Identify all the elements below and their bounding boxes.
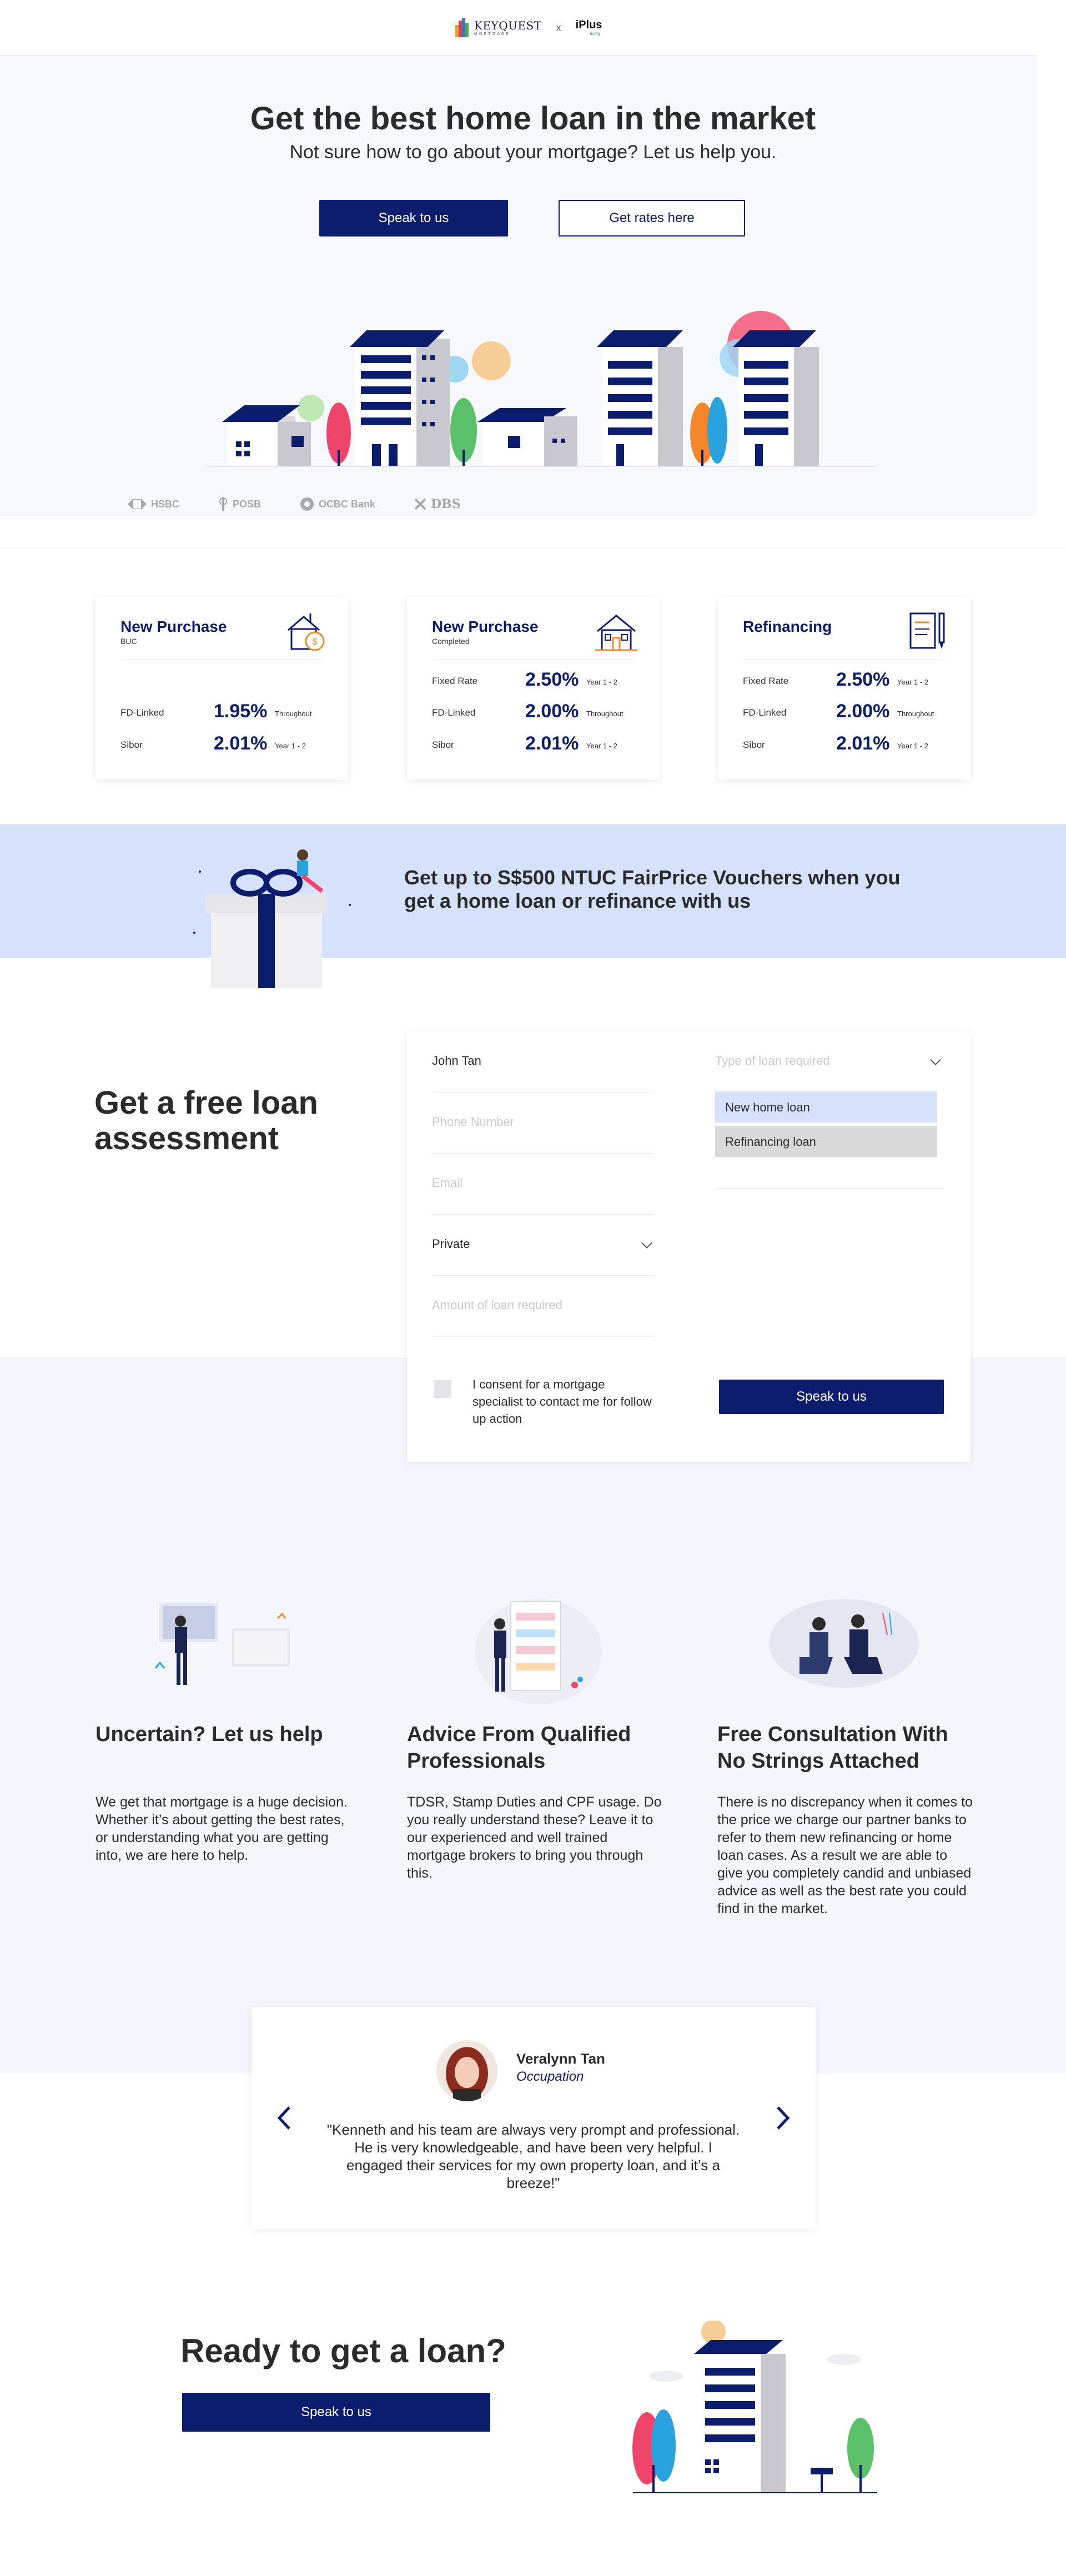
testimonial-card: Veralynn Tan Occupation "Kenneth and his…	[252, 2007, 816, 2229]
document-pen-icon	[909, 612, 945, 649]
phone-field[interactable]: Phone Number	[432, 1093, 654, 1154]
svg-text:$: $	[313, 637, 318, 647]
email-field[interactable]: Email	[432, 1154, 654, 1215]
voucher-promo-banner: Get up to S$500 NTUC FairPrice Vouchers …	[0, 824, 1066, 958]
iplus-wordmark: iPlus	[575, 19, 602, 31]
iplus-logo: iPlus living	[576, 19, 602, 36]
brand-logos[interactable]: KEYQUEST MORTGAGE x iPlus living	[455, 16, 602, 40]
rate-row: Sibor 2.01% Year 1 - 2	[432, 733, 617, 754]
feature-body: There is no discrepancy when it comes to…	[717, 1794, 973, 1916]
next-testimonial-button[interactable]	[771, 2104, 793, 2132]
field-divider	[715, 1188, 943, 1189]
property-type-select[interactable]: Private	[432, 1215, 654, 1276]
rate-row: Sibor 2.01% Year 1 - 2	[120, 733, 306, 754]
professional-advice-illustration	[475, 1599, 602, 1704]
rate-row: FD-Linked 1.95% Throughout	[120, 701, 312, 722]
partner-banks: HSBC POSB OCBC Bank DBS	[128, 497, 461, 511]
feature-body: TDSR, Stamp Duties and CPF usage. Do you…	[407, 1794, 662, 1881]
cta-title: Ready to get a loan?	[180, 2332, 506, 2369]
site-header: KEYQUEST MORTGAGE x iPlus living	[0, 0, 1037, 56]
hsbc-icon	[128, 499, 147, 509]
chevron-right-icon	[777, 2106, 790, 2130]
rate-card-new-purchase-completed[interactable]: New Purchase Completed Fixed Rate 2.50% …	[407, 597, 660, 780]
posb-icon	[219, 497, 228, 511]
loan-amount-field[interactable]: Amount of loan required	[432, 1276, 654, 1337]
hero-title: Get the best home loan in the market	[250, 100, 816, 137]
promo-text: Get up to S$500 NTUC FairPrice Vouchers …	[404, 866, 901, 912]
chevron-down-icon	[641, 1237, 652, 1249]
iplus-tagline: living	[590, 31, 600, 36]
testimonial-quote: "Kenneth and his team are always very pr…	[326, 2121, 740, 2191]
keyquest-wordmark: KEYQUEST	[474, 18, 542, 32]
hero-section: Get the best home loan in the market Not…	[0, 56, 1037, 516]
page: KEYQUEST MORTGAGE x iPlus living Get the…	[0, 0, 1066, 2576]
submit-speak-to-us-button[interactable]: Speak to us	[719, 1380, 944, 1414]
loan-type-option-new[interactable]: New home loan	[715, 1091, 937, 1123]
consent-checkbox[interactable]	[434, 1380, 451, 1398]
rate-row: Sibor 2.01% Year 1 - 2	[743, 733, 928, 754]
rate-row: Fixed Rate 2.50% Year 1 - 2	[743, 669, 928, 690]
rate-card-refinancing[interactable]: Refinancing Fixed Rate 2.50% Year 1 - 2 …	[718, 597, 971, 780]
keyquest-mark-icon	[455, 18, 470, 37]
testimonial-occupation: Occupation	[516, 2069, 584, 2084]
avatar	[436, 2040, 497, 2101]
chevron-down-icon	[930, 1054, 941, 1065]
testimonial-name: Veralynn Tan	[516, 2050, 605, 2067]
loan-type-option-refinancing[interactable]: Refinancing loan	[715, 1126, 937, 1157]
rate-card-title: New Purchase	[432, 618, 539, 635]
assessment-title: Get a free loan assessment	[94, 1085, 318, 1156]
bank-logo-dbs: DBS	[414, 497, 461, 511]
feature-title: Uncertain? Let us help	[95, 1723, 323, 1746]
rate-row: FD-Linked 2.00% Throughout	[743, 701, 934, 722]
house-coin-icon: $	[288, 613, 325, 651]
city-buildings-illustration	[205, 311, 877, 467]
rate-card-subtitle: BUC	[120, 637, 137, 646]
bank-logo-posb: POSB	[218, 497, 261, 511]
feature-body: We get that mortgage is a huge decision.…	[95, 1794, 348, 1863]
bank-logo-hsbc: HSBC	[128, 499, 179, 510]
rate-card-divider	[432, 659, 635, 660]
feature-title: Free Consultation With No Strings Attach…	[717, 1723, 948, 1773]
speak-to-us-button[interactable]: Speak to us	[319, 200, 508, 237]
rate-row: FD-Linked 2.00% Throughout	[432, 701, 623, 722]
rate-card-subtitle: Completed	[432, 637, 470, 646]
testimonial-avatar-icon	[436, 2040, 497, 2101]
rate-card-title: New Purchase	[120, 618, 227, 635]
rate-row: Fixed Rate 2.50% Year 1 - 2	[432, 669, 617, 690]
brand-separator: x	[556, 22, 561, 33]
house-icon	[595, 615, 637, 651]
consent-label: I consent for a mortgage specialist to c…	[472, 1377, 652, 1426]
features-background	[0, 1357, 1066, 2074]
gift-box-illustration	[193, 849, 351, 988]
hero-subtitle: Not sure how to go about your mortgage? …	[289, 142, 777, 163]
ocbc-icon	[300, 497, 314, 511]
previous-testimonial-button[interactable]	[274, 2104, 296, 2132]
bank-logo-ocbc: OCBC Bank	[300, 497, 375, 511]
rate-card-divider	[743, 659, 946, 660]
chevron-left-icon	[277, 2106, 290, 2130]
rate-card-new-purchase-buc[interactable]: New Purchase BUC $ FD-Linked 1.95% Throu…	[95, 597, 348, 780]
cta-speak-to-us-button[interactable]: Speak to us	[182, 2393, 490, 2432]
building-trees-illustration	[632, 2321, 877, 2493]
get-rates-button[interactable]: Get rates here	[559, 200, 745, 237]
loan-type-select[interactable]: Type of loan required	[715, 1032, 943, 1084]
name-field[interactable]: John Tan	[432, 1032, 654, 1093]
loan-assessment-form: John Tan Phone Number Email Private Amou…	[407, 1032, 971, 1462]
feature-title: Advice From Qualified Professionals	[407, 1723, 631, 1773]
dbs-icon	[414, 498, 426, 510]
consultation-illustration	[769, 1599, 919, 1688]
keyquest-logo: KEYQUEST MORTGAGE	[455, 18, 542, 37]
keyquest-tagline: MORTGAGE	[474, 32, 510, 36]
uncertain-illustration	[154, 1603, 290, 1685]
rate-card-title: Refinancing	[743, 618, 832, 635]
rate-card-divider	[120, 659, 323, 660]
